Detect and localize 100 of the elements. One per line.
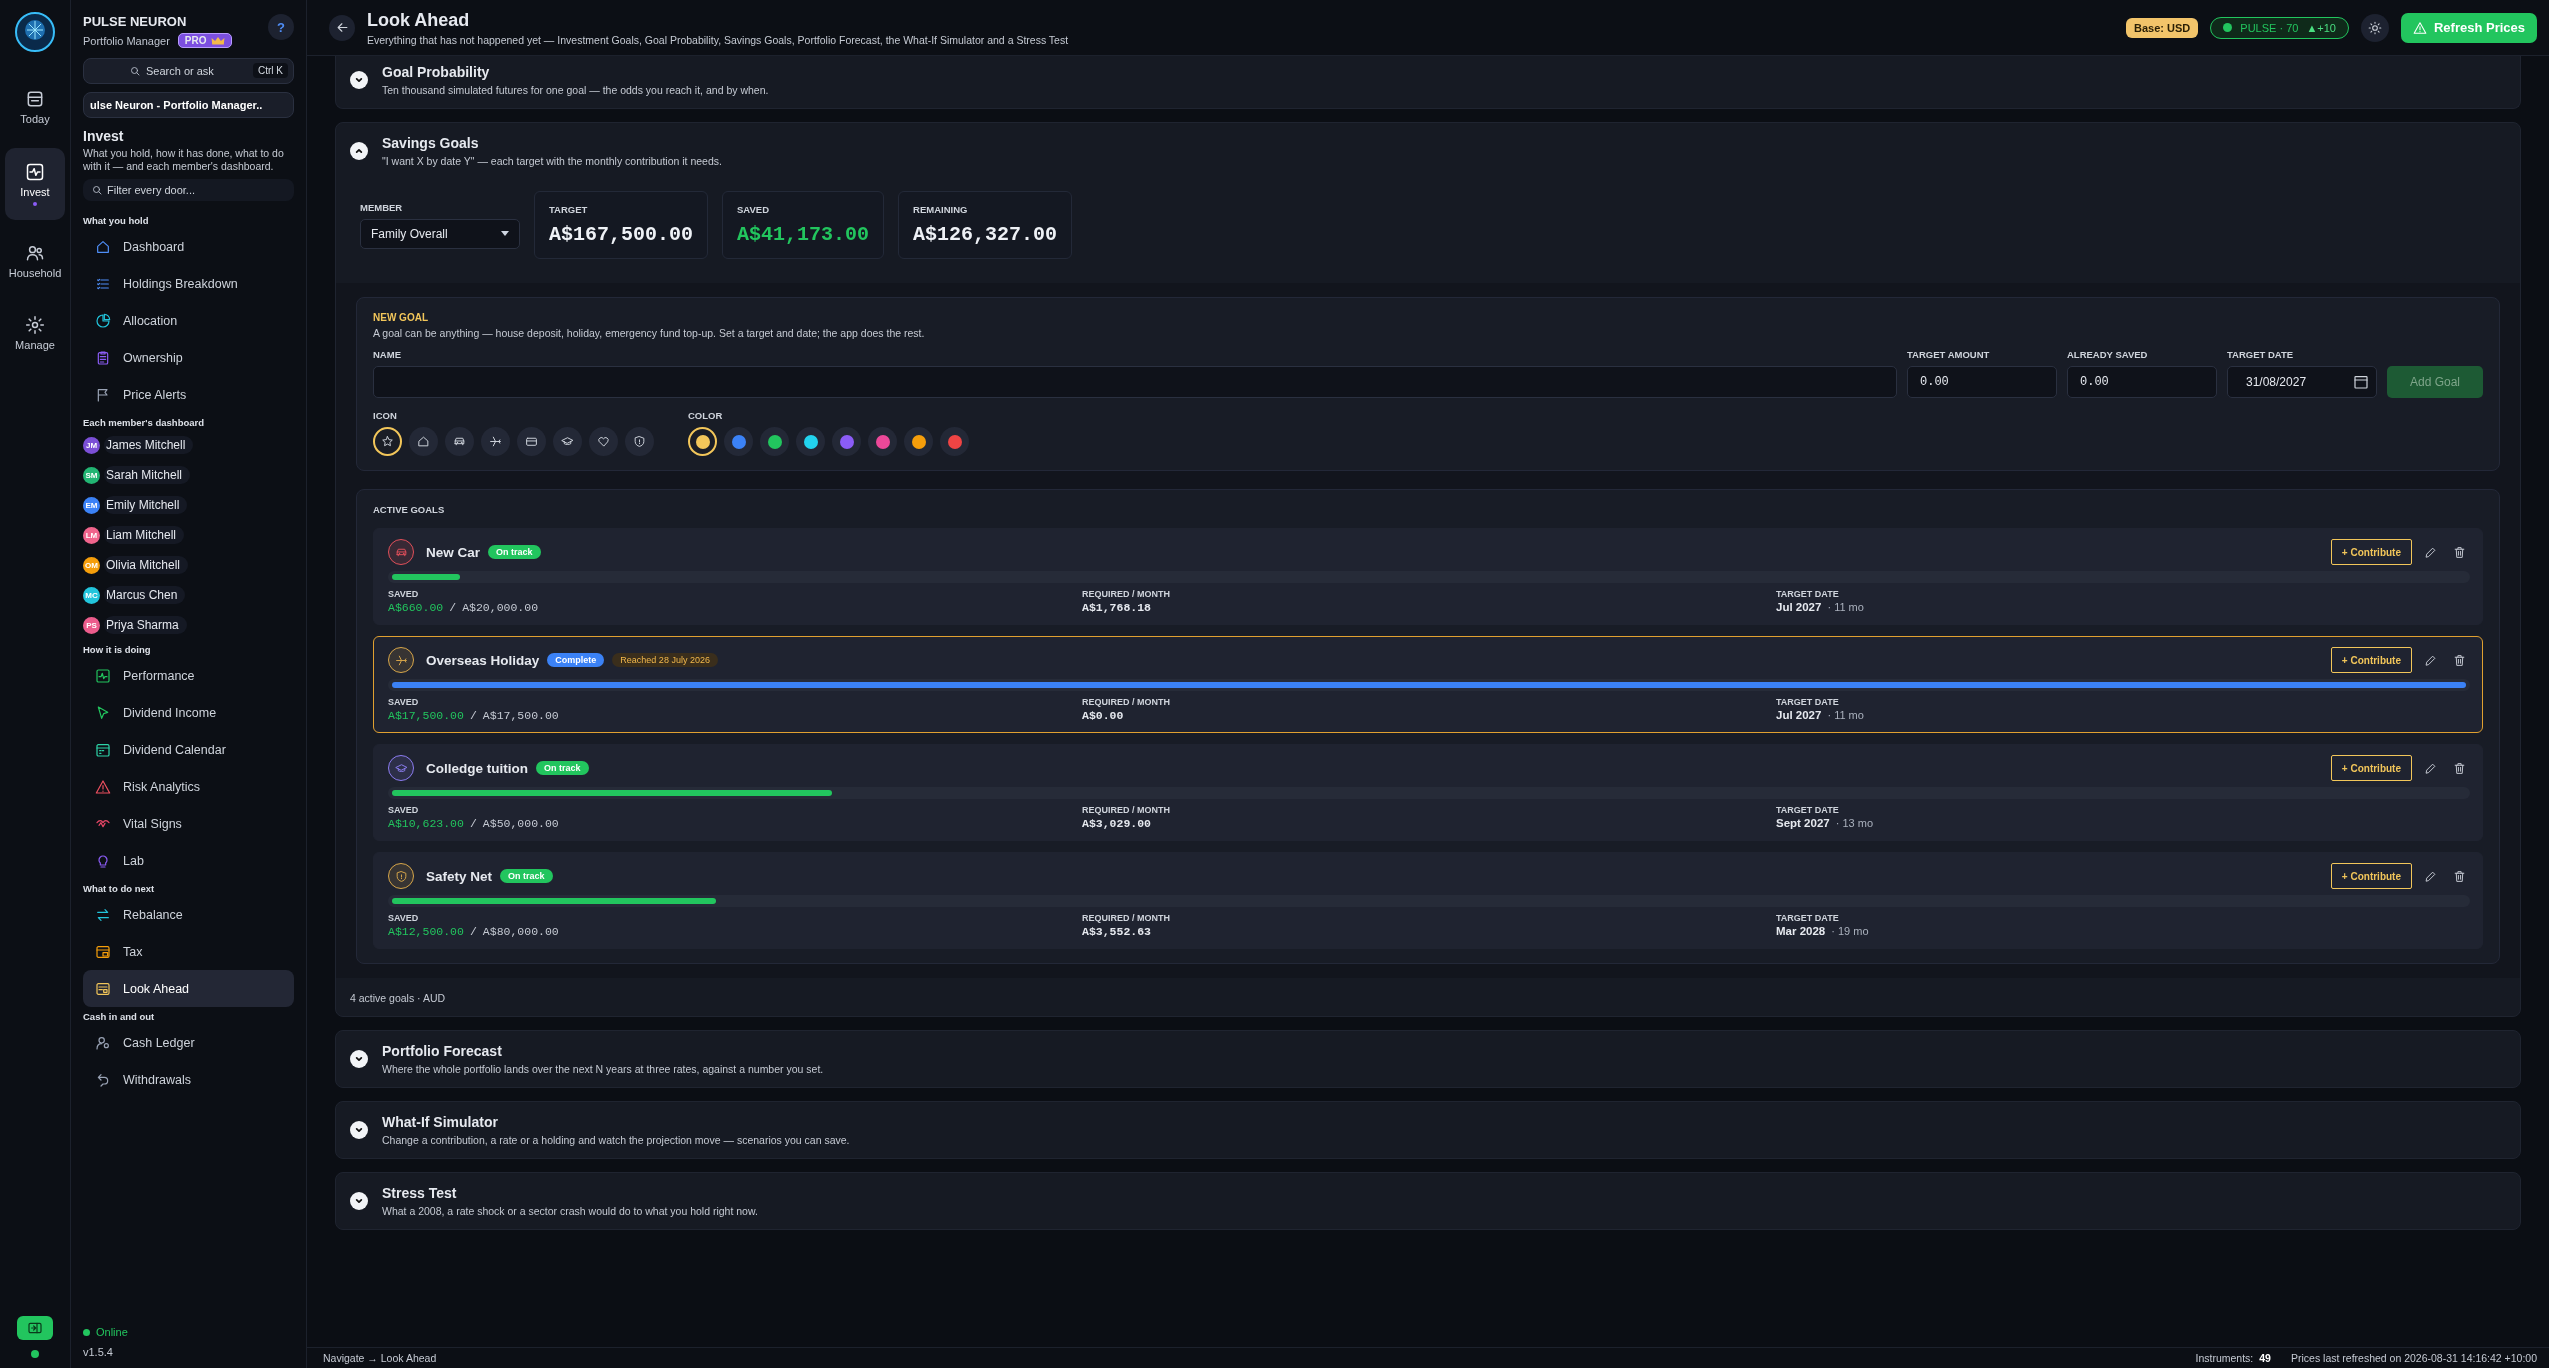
section-description: Where the whole portfolio lands over the next N years at three rates, against a number you set. xyxy=(382,1063,824,1075)
member-link[interactable]: James Mitchell xyxy=(104,436,194,455)
input-field[interactable] xyxy=(373,366,1897,398)
nav-group-heading: Cash in and out xyxy=(83,1011,156,1023)
caret-icon xyxy=(501,231,509,236)
nav-item[interactable]: Cash Ledger xyxy=(83,1024,294,1062)
back-button[interactable] xyxy=(329,14,355,41)
star-icon xyxy=(381,435,394,448)
date-field[interactable]: 31/08/2027 xyxy=(2227,366,2377,398)
icon-option[interactable] xyxy=(373,427,402,456)
refresh-time: Prices last refreshed on 2026-08-31 14:16:42 +10:00 xyxy=(2290,1352,2537,1364)
input-field[interactable]: 0.00 xyxy=(1907,366,2057,398)
contribute-button[interactable]: + Contribute xyxy=(2330,863,2412,889)
section-title: What-If Simulator xyxy=(382,1114,499,1130)
nav-item[interactable]: Price Alerts xyxy=(83,376,294,414)
icon-option[interactable] xyxy=(517,427,546,456)
nav-item[interactable]: Dividend Calendar xyxy=(83,731,294,769)
goals-summary: 4 active goals · AUD xyxy=(350,992,447,1004)
nav-item[interactable]: Holdings Breakdown xyxy=(83,265,294,303)
member-link[interactable]: Olivia Mitchell xyxy=(104,556,188,575)
contribute-button[interactable]: + Contribute xyxy=(2330,647,2412,673)
avatar-initials: JM xyxy=(83,436,100,454)
workspace-selector[interactable]: ulse Neuron - Portfolio Manager.. xyxy=(83,92,294,118)
nav-item[interactable]: Vital Signs xyxy=(83,805,294,843)
collapse-button[interactable] xyxy=(17,1316,53,1340)
color-option[interactable] xyxy=(688,427,717,456)
field-label: REQUIRED / MONTH xyxy=(1082,805,1171,815)
member-link[interactable]: Liam Mitchell xyxy=(104,526,185,545)
saved-amount: A$17,500.00 xyxy=(388,709,464,722)
member-link[interactable]: Priya Sharma xyxy=(104,616,187,635)
nav-item[interactable]: Ownership xyxy=(83,339,294,377)
expand-toggle[interactable] xyxy=(350,71,368,89)
rail-tab[interactable]: Today xyxy=(5,76,65,138)
nav-item[interactable]: Allocation xyxy=(83,302,294,340)
stat-value: A$41,173.00 xyxy=(737,223,870,246)
member-dropdown[interactable]: Family Overall xyxy=(360,218,520,249)
nav-item[interactable]: Performance xyxy=(83,657,294,695)
color-option[interactable] xyxy=(904,427,933,456)
filter-field[interactable]: Filter every door... xyxy=(83,179,294,202)
calendar-icon xyxy=(95,741,111,758)
nav-item[interactable]: Withdrawals xyxy=(83,1061,294,1099)
color-option[interactable] xyxy=(724,427,753,456)
stat-label: SAVED xyxy=(737,204,771,215)
section-title: Goal Probability xyxy=(382,64,491,80)
nav-item[interactable]: Rebalance xyxy=(83,896,294,934)
theme-button[interactable] xyxy=(2360,13,2389,42)
flag-icon xyxy=(95,386,111,403)
trash-icon xyxy=(2453,653,2466,667)
expand-toggle[interactable] xyxy=(350,142,368,160)
expand-toggle[interactable] xyxy=(350,1050,368,1068)
color-option[interactable] xyxy=(940,427,969,456)
area-title: Invest xyxy=(83,128,125,144)
color-option[interactable] xyxy=(760,427,789,456)
nav-item[interactable]: Dividend Income xyxy=(83,694,294,732)
icon-option[interactable] xyxy=(625,427,654,456)
member-link[interactable]: Marcus Chen xyxy=(104,586,186,605)
breadcrumb-text: Navigate → Look Ahead xyxy=(323,1352,437,1364)
trash-icon xyxy=(2453,545,2466,559)
contribute-button[interactable]: + Contribute xyxy=(2330,539,2412,565)
input-field[interactable]: 0.00 xyxy=(2067,366,2217,398)
icon-option[interactable] xyxy=(481,427,510,456)
icon-option[interactable] xyxy=(409,427,438,456)
rail-tab[interactable]: Manage xyxy=(5,302,65,364)
car-icon xyxy=(453,435,466,448)
clipboard-icon xyxy=(95,349,111,366)
trash-icon xyxy=(2453,761,2466,775)
field-label: REQUIRED / MONTH xyxy=(1082,697,1171,707)
rail-tab[interactable]: Household xyxy=(5,230,65,292)
pencil-icon xyxy=(2424,545,2437,559)
search-icon xyxy=(129,65,141,77)
member-link[interactable]: Sarah Mitchell xyxy=(104,466,191,485)
contribute-button[interactable]: + Contribute xyxy=(2330,755,2412,781)
version-label: v1.5.4 xyxy=(83,1346,114,1358)
target-amount: A$17,500.00 xyxy=(482,709,559,722)
chart-icon xyxy=(95,667,111,684)
nav-item[interactable]: Dashboard xyxy=(83,228,294,266)
field-label: ALREADY SAVED xyxy=(2067,349,2149,360)
expand-toggle[interactable] xyxy=(350,1192,368,1210)
icon-option[interactable] xyxy=(553,427,582,456)
card-heading: ACTIVE GOALS xyxy=(373,504,446,515)
rail-tab[interactable]: Invest xyxy=(5,148,65,220)
nav-item[interactable]: Look Ahead xyxy=(83,970,294,1008)
pulse-icon xyxy=(25,162,45,182)
nav-item[interactable]: Risk Analytics xyxy=(83,768,294,806)
color-option[interactable] xyxy=(796,427,825,456)
icon-option[interactable] xyxy=(589,427,618,456)
expand-toggle[interactable] xyxy=(350,1121,368,1139)
monthly-amount: A$1,768.18 xyxy=(1082,601,1152,614)
color-option[interactable] xyxy=(832,427,861,456)
nav-item[interactable]: Lab xyxy=(83,842,294,880)
icon-option[interactable] xyxy=(445,427,474,456)
brain-logo xyxy=(15,12,55,52)
help-button[interactable]: ? xyxy=(268,14,294,40)
goal-name: New Car xyxy=(426,544,481,560)
undo-icon xyxy=(95,1071,111,1088)
avatar-initials: PS xyxy=(83,616,100,634)
member-link[interactable]: Emily Mitchell xyxy=(104,496,188,515)
color-option[interactable] xyxy=(868,427,897,456)
nav-group-heading: What to do next xyxy=(83,883,156,895)
nav-item[interactable]: Tax xyxy=(83,933,294,971)
